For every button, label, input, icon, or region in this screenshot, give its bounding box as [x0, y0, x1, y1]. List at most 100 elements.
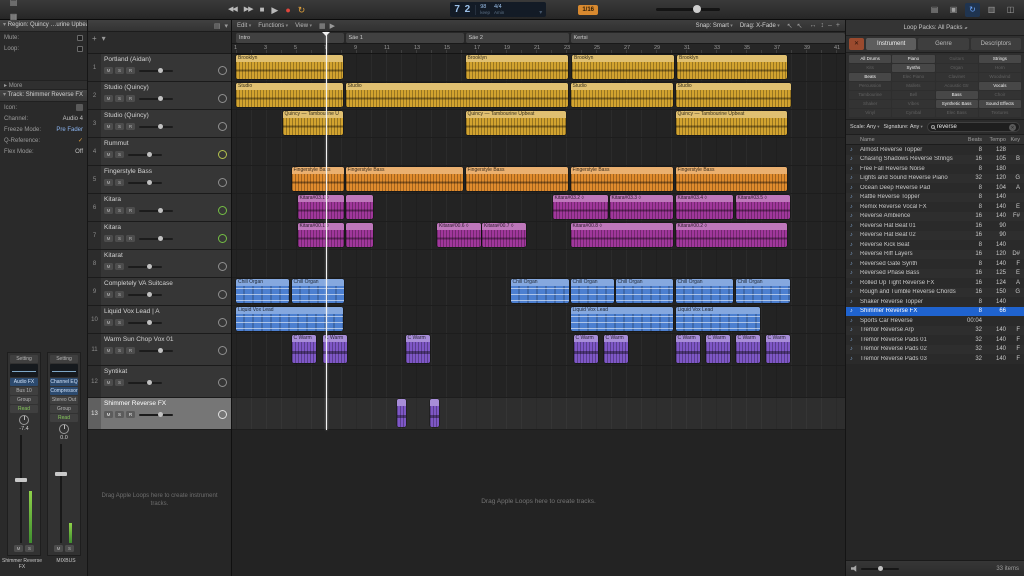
loop-category-button[interactable]: Vocals: [978, 82, 1021, 90]
command-tool-icon[interactable]: ↖: [797, 22, 803, 30]
loop-category-button[interactable]: Sound Effects: [978, 100, 1021, 108]
track-header[interactable]: 13 Shimmer Reverse FX M S R: [88, 398, 231, 430]
region[interactable]: Quincy — Tambourine U: [282, 111, 343, 135]
tab-genre[interactable]: Genre: [918, 38, 969, 50]
strip-slot[interactable]: Stereo Out: [50, 396, 78, 404]
record-button[interactable]: ●: [285, 3, 290, 17]
menu-functions[interactable]: Functions: [258, 23, 288, 29]
solo-button[interactable]: S: [115, 291, 124, 298]
catch-playhead-icon[interactable]: ▶: [330, 22, 335, 30]
mute-button[interactable]: M: [54, 545, 63, 552]
region[interactable]: Kitara#03.2 ◊: [552, 195, 608, 219]
region[interactable]: Liquid Vox Lead: [570, 307, 673, 331]
loop-row[interactable]: ♪ Reverse Hat Beat 02 16 90: [846, 230, 1024, 240]
loop-row[interactable]: ♪ Shimmer Reverse FX 8 66: [846, 306, 1024, 316]
loop-category-button[interactable]: Strings: [978, 55, 1021, 63]
loop-category-button[interactable]: Mallets: [892, 82, 935, 90]
track-header[interactable]: 7 Kitara M S R: [88, 222, 231, 250]
region[interactable]: Studio: [675, 83, 791, 107]
pan-knob[interactable]: [218, 410, 227, 419]
region[interactable]: Fingerstyle Bass: [465, 167, 568, 191]
region[interactable]: Fingerstyle Bass: [570, 167, 673, 191]
solo-button[interactable]: S: [115, 95, 124, 102]
track-header[interactable]: 3 Studio (Quincy) M S R: [88, 110, 231, 138]
track-lane[interactable]: Chill Organ Chill Organ Chill Organ Chill O…: [232, 278, 845, 306]
loop-category-button[interactable]: All Drums: [849, 55, 892, 63]
pan-knob[interactable]: [218, 94, 227, 103]
loop-row[interactable]: ♪ Shaker Reverse Topper 8 140: [846, 297, 1024, 307]
loop-category-button[interactable]: Horn: [978, 64, 1021, 72]
loop-category-button[interactable]: Tambourine: [849, 91, 892, 99]
region[interactable]: C Warm: [765, 335, 790, 363]
add-track-icon[interactable]: +: [92, 34, 97, 43]
region[interactable]: Kitara#00.1 ◊: [297, 223, 344, 247]
region[interactable]: Chill Organ: [236, 279, 289, 303]
loop-category-button[interactable]: Beats: [849, 73, 892, 81]
region[interactable]: [345, 195, 373, 219]
strip-slot[interactable]: Read: [10, 405, 38, 413]
snap-dropdown[interactable]: Snap: Smart: [696, 23, 733, 29]
record-enable-button[interactable]: R: [126, 123, 135, 130]
region[interactable]: Chill Organ: [510, 279, 569, 303]
tab-descriptors[interactable]: Descriptors: [970, 38, 1021, 50]
mute-button[interactable]: M: [104, 379, 113, 386]
region[interactable]: C Warm: [291, 335, 316, 363]
column-tempo[interactable]: Tempo: [982, 137, 1006, 143]
loop-row[interactable]: ♪ Remix Reverse Vocal FX 8 140 E: [846, 202, 1024, 212]
region[interactable]: Kitara#03.3 ◊: [609, 195, 673, 219]
region-more-disclosure[interactable]: More: [0, 80, 87, 90]
region[interactable]: Chill Organ: [735, 279, 790, 303]
loop-row[interactable]: ♪ Ocean Deep Reverse Pad 8 104 A: [846, 183, 1024, 193]
track-header[interactable]: 10 Liquid Vox Lead | A MS: [88, 306, 231, 334]
pan-knob[interactable]: [218, 378, 227, 387]
track-header[interactable]: 4 Rummut M S: [88, 138, 231, 166]
loop-row[interactable]: ♪ Sports Car Reverse 00:04: [846, 316, 1024, 326]
zoom-in-icon[interactable]: +: [836, 22, 840, 29]
loop-category-button[interactable]: Textures: [978, 109, 1021, 117]
note-pads-icon[interactable]: ▣: [946, 3, 961, 17]
loop-row[interactable]: ♪ Reverse Hat Beat 01 16 90: [846, 221, 1024, 231]
loop-category-button[interactable]: Acoustic Gtr: [935, 82, 978, 90]
track-volume-slider[interactable]: [139, 67, 173, 73]
loop-category-button[interactable]: Piano: [892, 55, 935, 63]
mute-button[interactable]: M: [104, 291, 113, 298]
loop-row[interactable]: ♪ Tremor Reverse Arp 32 140 F: [846, 325, 1024, 335]
track-lane[interactable]: Quincy — Tambourine U Quincy — Tambourine…: [232, 110, 845, 138]
loop-category-button[interactable]: Woodwind: [978, 73, 1021, 81]
region[interactable]: Chill Organ: [675, 279, 733, 303]
region-inspector-header[interactable]: Region: Quincy …urine Upbeat: [0, 20, 87, 32]
track-volume-slider[interactable]: [128, 179, 162, 185]
region[interactable]: Chill Organ: [615, 279, 673, 303]
search-input[interactable]: reverse: [926, 122, 1020, 132]
strip-slot[interactable]: Read: [50, 414, 78, 422]
region[interactable]: C Warm: [675, 335, 700, 363]
preview-volume-icon[interactable]: [851, 565, 857, 572]
track-header[interactable]: 8 Kitarat M S: [88, 250, 231, 278]
region[interactable]: Kitara#00.8 ◊: [570, 223, 673, 247]
mute-button[interactable]: M: [104, 411, 113, 418]
pan-knob[interactable]: [218, 150, 227, 159]
track-header[interactable]: 9 Completely VA Suitcase M S: [88, 278, 231, 306]
track-lane[interactable]: [232, 138, 845, 166]
track-header[interactable]: 5 Fingerstyle Bass M S: [88, 166, 231, 194]
forward-button[interactable]: ▶▶: [244, 3, 254, 17]
field-value[interactable]: Pre Fader: [56, 127, 83, 133]
solo-button[interactable]: S: [115, 179, 124, 186]
loop-category-button[interactable]: Guitars: [935, 55, 978, 63]
mute-button[interactable]: M: [104, 207, 113, 214]
track-header[interactable]: 6 Kitara M S R: [88, 194, 231, 222]
track-volume-slider[interactable]: [139, 411, 173, 417]
loop-category-button[interactable]: Kits: [849, 64, 892, 72]
stop-button[interactable]: ■: [260, 3, 265, 17]
insert-slot[interactable]: Compressor: [50, 387, 78, 395]
track-volume-slider[interactable]: [128, 379, 162, 385]
loop-category-button[interactable]: Bass: [935, 91, 978, 99]
track-volume-slider[interactable]: [139, 123, 173, 129]
solo-button[interactable]: S: [115, 151, 124, 158]
field-value[interactable]: Audio 4: [63, 116, 83, 122]
eq-thumbnail[interactable]: [10, 364, 38, 377]
scale-dropdown[interactable]: Scale: Any: [850, 124, 880, 130]
region[interactable]: [345, 223, 373, 247]
region[interactable]: [396, 399, 406, 427]
lcd-chevron-icon[interactable]: [539, 1, 542, 19]
